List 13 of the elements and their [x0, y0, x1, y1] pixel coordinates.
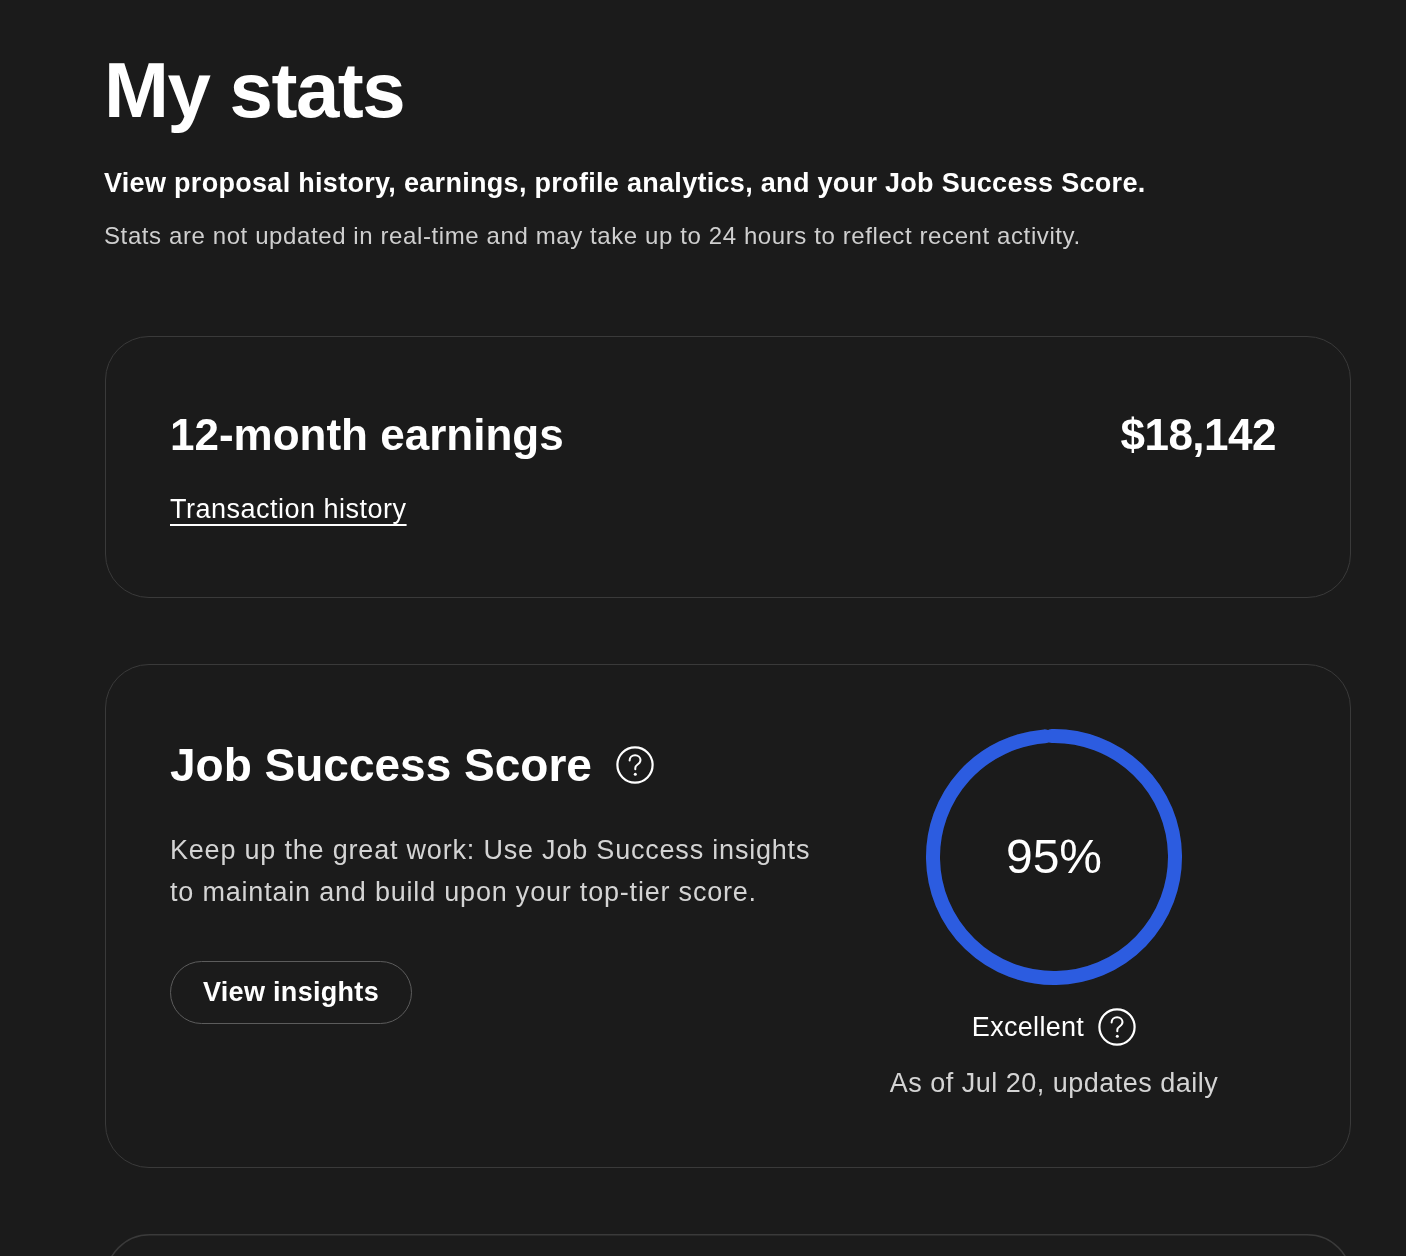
- page-title: My stats: [104, 47, 405, 133]
- score-rating: Excellent: [971, 1011, 1085, 1044]
- card-title: 12-month earnings: [170, 409, 564, 461]
- help-icon[interactable]: [615, 746, 654, 784]
- card-title: Job Success Score: [170, 738, 592, 793]
- page-subtitle: View proposal history, earnings, profile analytics, and your Job Success Score.: [104, 167, 1146, 200]
- score-value: 95%: [1005, 829, 1103, 885]
- help-icon[interactable]: [1098, 1008, 1137, 1046]
- earnings-amount: $18,142: [1120, 409, 1276, 461]
- page-note: Stats are not updated in real-time and may take up to 24 hours to reflect recent activity.: [104, 221, 1081, 251]
- score-updated-note: As of Jul 20, updates daily: [889, 1067, 1219, 1100]
- transaction-history-link[interactable]: Transaction history: [170, 492, 407, 526]
- card-description: Keep up the great work: Use Job Success insights to maintain and build upon your top-tier score.: [170, 834, 812, 909]
